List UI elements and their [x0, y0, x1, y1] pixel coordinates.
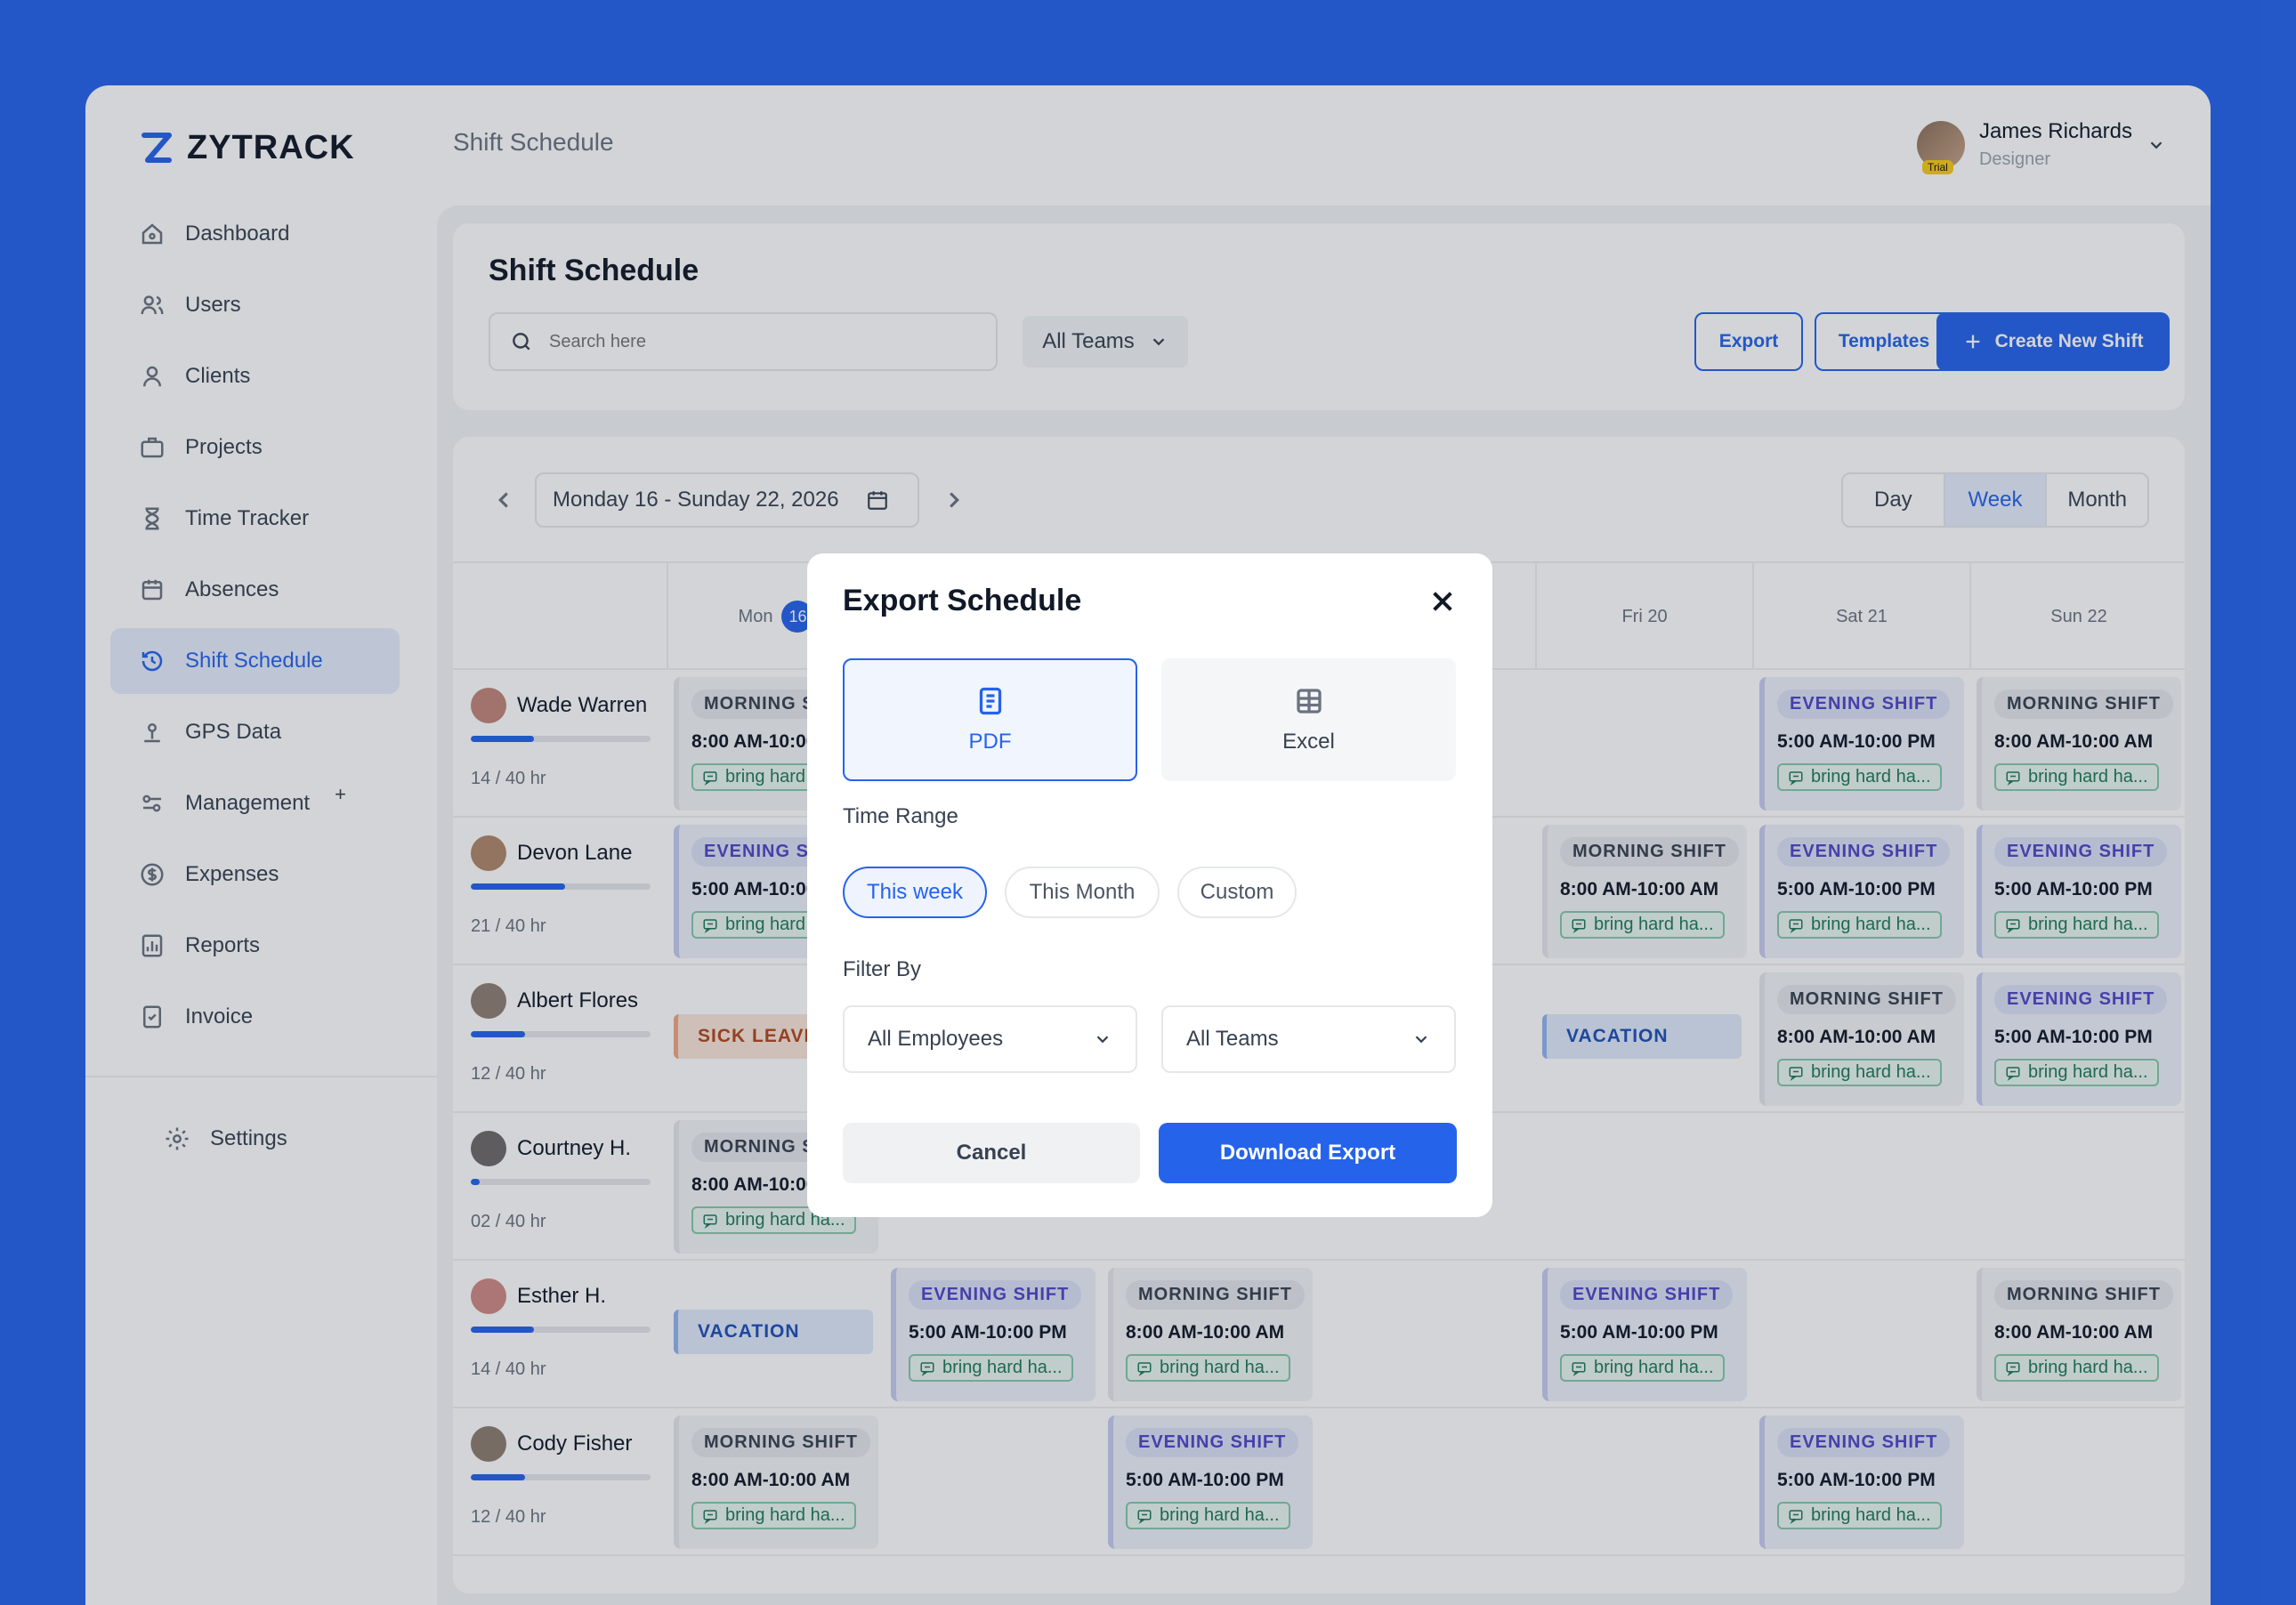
chevron-down-icon	[1096, 1036, 1109, 1044]
table-icon	[1296, 689, 1322, 714]
range-this-week[interactable]: This week	[843, 867, 987, 918]
export-modal: Export Schedule PDF Excel Time Range Thi…	[807, 553, 1492, 1217]
download-export-button[interactable]: Download Export	[1159, 1123, 1457, 1183]
document-icon	[979, 687, 1001, 715]
chevron-down-icon	[1415, 1036, 1427, 1044]
time-range-label: Time Range	[843, 804, 958, 828]
employees-select-value: All Employees	[868, 1027, 1004, 1051]
filter-by-label: Filter By	[843, 957, 922, 981]
employees-select[interactable]: All Employees	[843, 1005, 1137, 1073]
range-this-month[interactable]: This Month	[1005, 867, 1160, 918]
modal-title: Export Schedule	[843, 584, 1082, 617]
close-icon[interactable]	[1428, 587, 1457, 616]
teams-select-value: All Teams	[1186, 1027, 1279, 1051]
cancel-button[interactable]: Cancel	[843, 1123, 1140, 1183]
range-custom[interactable]: Custom	[1177, 867, 1297, 918]
format-option-excel[interactable]: Excel	[1161, 658, 1456, 781]
format-option-pdf[interactable]: PDF	[843, 658, 1137, 781]
format-label-pdf: PDF	[968, 730, 1012, 754]
format-label-excel: Excel	[1282, 730, 1335, 754]
teams-select[interactable]: All Teams	[1161, 1005, 1456, 1073]
